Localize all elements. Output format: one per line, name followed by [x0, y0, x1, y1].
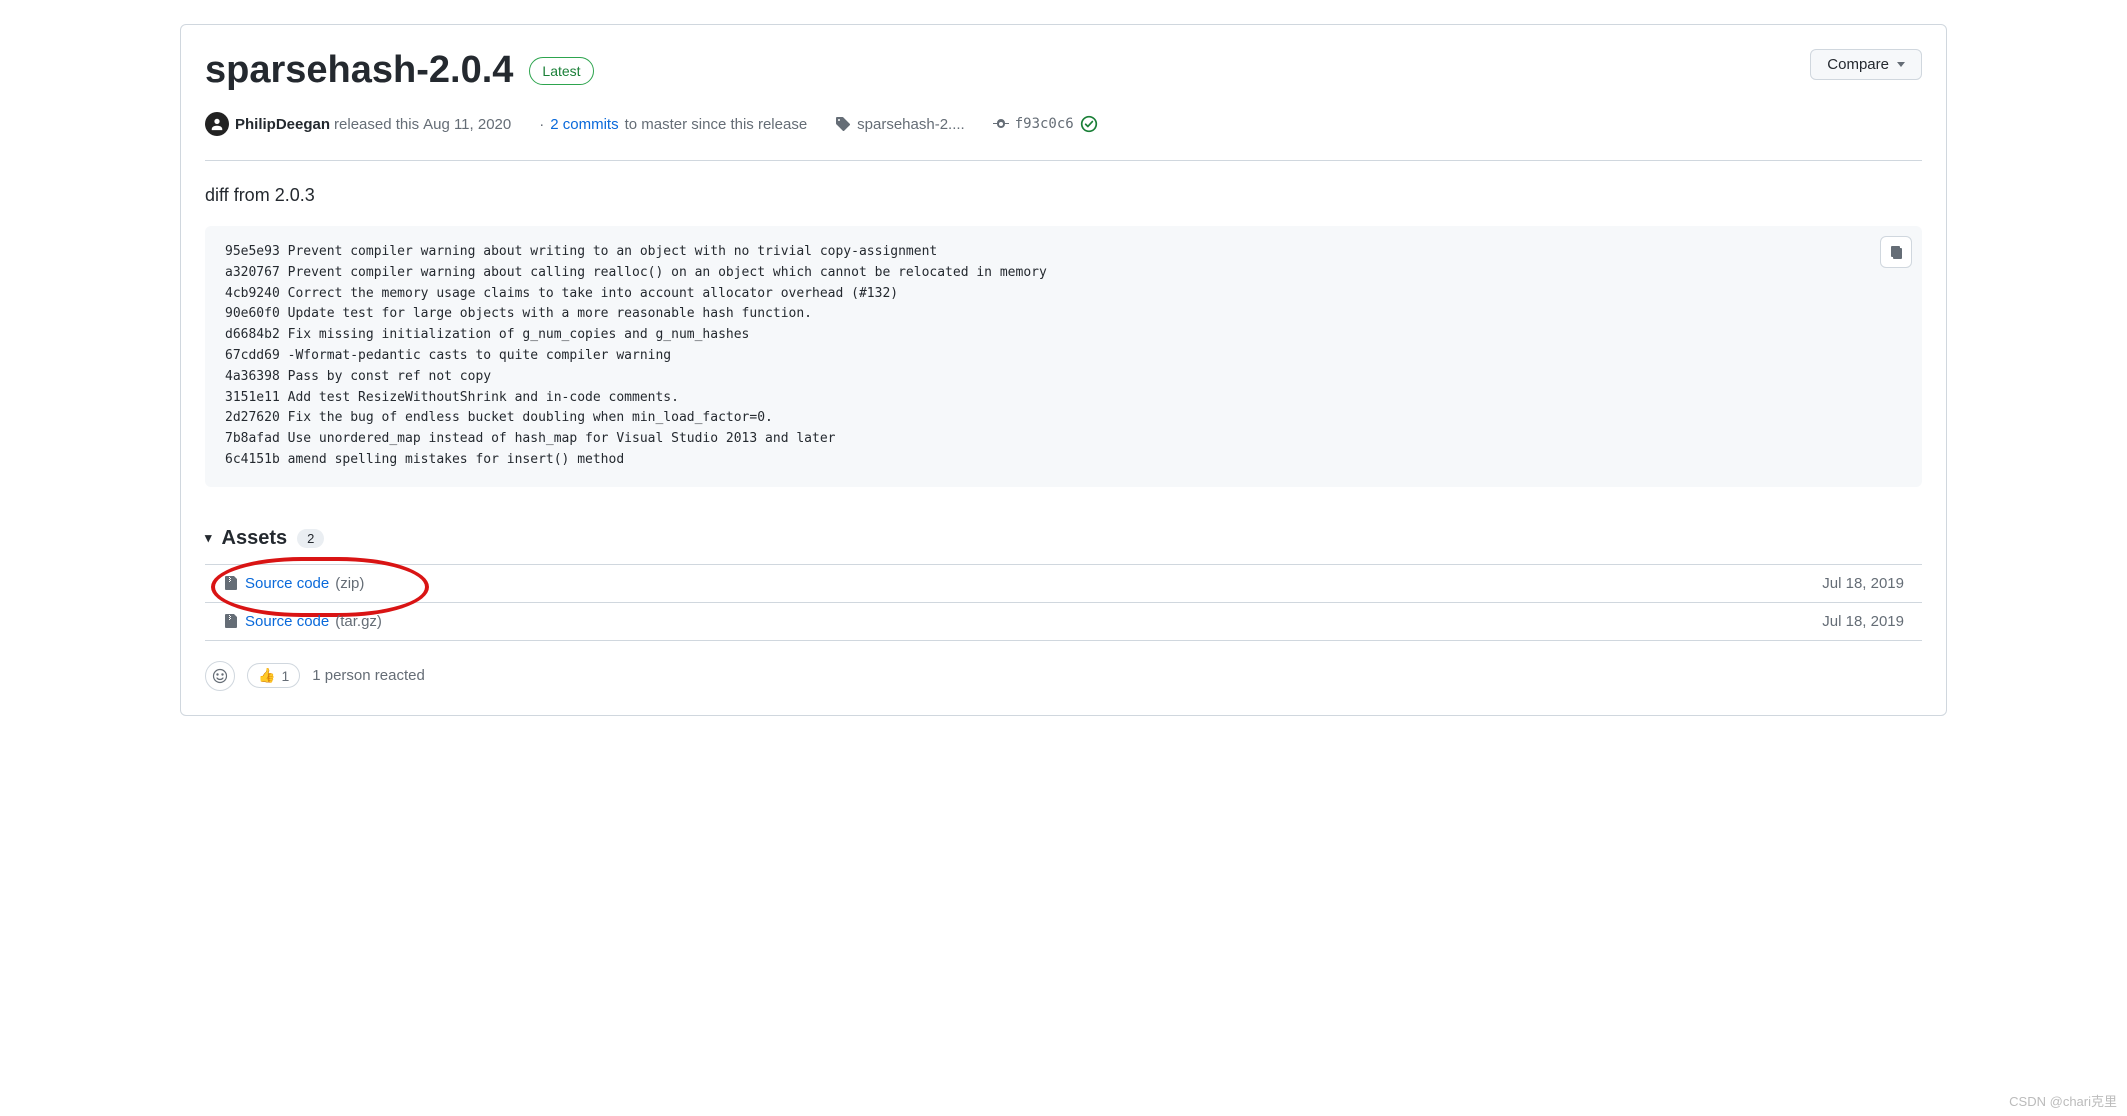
asset-ext: (zip)	[335, 575, 364, 592]
reactions-row: 👍 1 1 person reacted	[205, 661, 1922, 691]
thumbs-up-icon: 👍	[258, 667, 275, 684]
author-block: PhilipDeegan released this Aug 11, 2020	[205, 112, 511, 136]
release-card: sparsehash-2.0.4 Latest Compare PhilipDe…	[180, 24, 1947, 716]
tag-icon	[835, 116, 851, 132]
watermark: CSDN @chari克里	[2009, 1091, 2117, 1110]
asset-name: Source code	[245, 575, 329, 592]
copy-icon	[1888, 244, 1904, 260]
tag-item[interactable]: sparsehash-2....	[835, 116, 965, 133]
add-reaction-button[interactable]	[205, 661, 235, 691]
asset-row: Source code (tar.gz) Jul 18, 2019	[205, 603, 1922, 641]
commit-icon	[993, 116, 1009, 132]
copy-button[interactable]	[1880, 236, 1912, 268]
thumbs-up-reaction[interactable]: 👍 1	[247, 663, 300, 688]
chevron-down-icon	[1897, 62, 1905, 67]
assets-count: 2	[297, 529, 324, 548]
code-content: 95e5e93 Prevent compiler warning about w…	[225, 244, 1047, 467]
verified-icon	[1080, 115, 1098, 133]
asset-list: Source code (zip) Jul 18, 2019 Source co…	[205, 564, 1922, 641]
asset-link-targz[interactable]: Source code (tar.gz)	[223, 613, 382, 630]
assets-toggle[interactable]: ▾ Assets 2	[205, 527, 1922, 550]
commit-sha: f93c0c6	[1015, 116, 1074, 132]
release-title-row: sparsehash-2.0.4 Latest	[205, 49, 594, 92]
commit-item[interactable]: f93c0c6	[993, 115, 1098, 133]
release-header: sparsehash-2.0.4 Latest Compare	[205, 49, 1922, 112]
assets-label: Assets	[222, 527, 288, 550]
asset-date: Jul 18, 2019	[1822, 613, 1904, 630]
asset-date: Jul 18, 2019	[1822, 575, 1904, 592]
latest-badge: Latest	[529, 57, 593, 85]
divider	[205, 160, 1922, 161]
release-date: Aug 11, 2020	[423, 116, 511, 133]
release-meta-row: PhilipDeegan released this Aug 11, 2020 …	[205, 112, 1922, 136]
caret-down-icon: ▾	[205, 530, 212, 546]
tag-name: sparsehash-2....	[857, 116, 965, 133]
asset-name: Source code	[245, 613, 329, 630]
release-title: sparsehash-2.0.4	[205, 49, 513, 92]
released-text: released this	[334, 116, 419, 133]
asset-row: Source code (zip) Jul 18, 2019	[205, 565, 1922, 603]
zip-icon	[223, 613, 239, 629]
compare-label: Compare	[1827, 56, 1889, 73]
author-link[interactable]: PhilipDeegan	[235, 116, 330, 133]
reaction-summary: 1 person reacted	[312, 667, 425, 684]
avatar[interactable]	[205, 112, 229, 136]
commits-info: · 2 commits to master since this release	[539, 116, 807, 133]
reaction-count: 1	[281, 668, 289, 684]
commits-suffix: to master since this release	[625, 116, 808, 133]
code-block: 95e5e93 Prevent compiler warning about w…	[205, 226, 1922, 487]
diff-title: diff from 2.0.3	[205, 185, 1922, 206]
commits-link[interactable]: 2 commits	[550, 116, 618, 133]
asset-ext: (tar.gz)	[335, 613, 382, 630]
asset-link-zip[interactable]: Source code (zip)	[223, 575, 364, 592]
zip-icon	[223, 575, 239, 591]
smiley-icon	[212, 668, 228, 684]
compare-button[interactable]: Compare	[1810, 49, 1922, 80]
